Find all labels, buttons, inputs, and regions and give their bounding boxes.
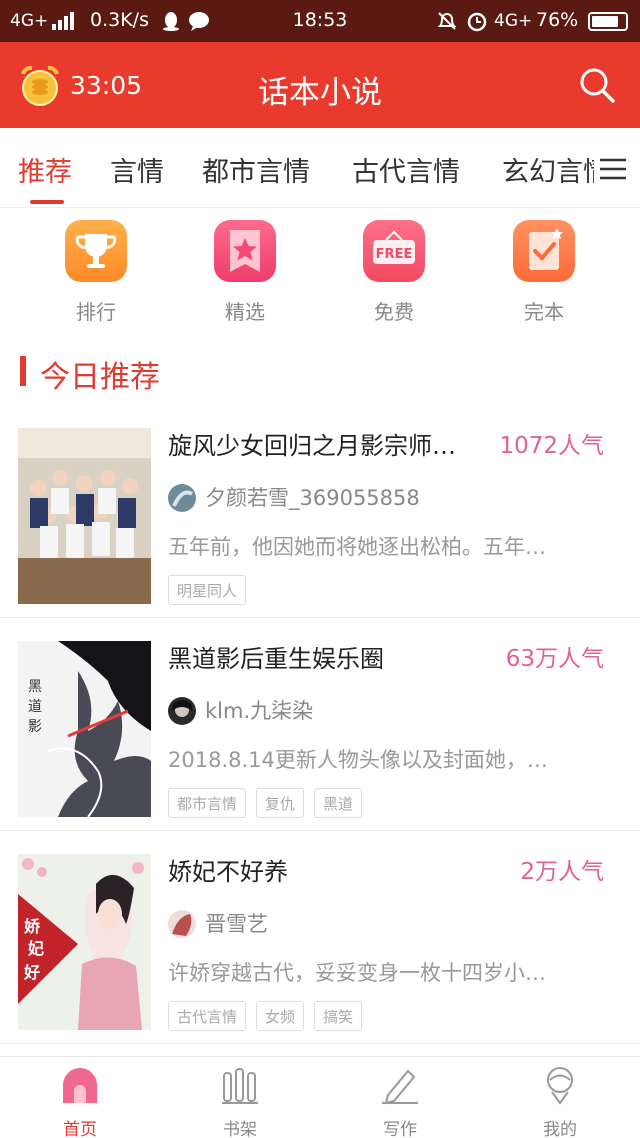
app-title: 话本小说 xyxy=(258,75,382,111)
book-tag[interactable]: 黑道 xyxy=(314,788,363,818)
nav-write-label: 写作 xyxy=(383,1120,417,1138)
nav-bookshelf-label: 书架 xyxy=(223,1120,257,1138)
author-avatar xyxy=(168,910,196,938)
book-tag[interactable]: 搞笑 xyxy=(314,1001,363,1031)
battery-icon xyxy=(588,12,628,31)
svg-text:FREE: FREE xyxy=(376,247,413,262)
quick-ranking-label: 排行 xyxy=(76,300,116,324)
section-marker xyxy=(20,356,26,386)
quick-featured[interactable]: 精选 xyxy=(195,220,295,325)
book-tag[interactable]: 都市言情 xyxy=(168,788,247,818)
bookshelf-icon xyxy=(222,1068,258,1104)
search-icon[interactable] xyxy=(578,66,616,104)
quick-completed-label: 完本 xyxy=(524,300,564,324)
book-tags: 古代言情 女频 搞笑 xyxy=(168,1001,363,1031)
book-tag[interactable]: 女频 xyxy=(256,1001,305,1031)
book-cover[interactable]: 黑道影 xyxy=(18,641,151,817)
tab-ancient-romance[interactable]: 古代言情 xyxy=(352,150,460,189)
pen-icon xyxy=(382,1069,418,1105)
author-name[interactable]: 夕颜若雪_369055858 xyxy=(205,482,420,512)
svg-text:好: 好 xyxy=(23,963,40,982)
quick-completed[interactable]: 完本 xyxy=(494,220,594,325)
author-name[interactable]: 晋雪艺 xyxy=(205,908,268,938)
mute-bell-icon xyxy=(437,12,457,30)
book-popularity: 1072人气 xyxy=(499,433,604,459)
svg-text:道: 道 xyxy=(28,699,42,715)
nav-profile[interactable]: 我的 xyxy=(510,1065,610,1138)
author-avatar xyxy=(168,484,196,512)
completed-book-icon xyxy=(513,220,575,282)
book-popularity: 2万人气 xyxy=(520,859,604,885)
svg-text:黑: 黑 xyxy=(28,679,42,695)
tab-romance[interactable]: 言情 xyxy=(110,150,164,189)
bottom-nav: 首页 书架 写作 我的 xyxy=(0,1056,640,1138)
book-cover[interactable]: 娇妃好 xyxy=(18,854,151,1030)
quick-free-label: 免费 xyxy=(374,300,414,324)
app-header: 33:05 话本小说 xyxy=(0,42,640,128)
quick-featured-label: 精选 xyxy=(225,300,265,324)
book-tag[interactable]: 古代言情 xyxy=(168,1001,247,1031)
book-tags: 都市言情 复仇 黑道 xyxy=(168,788,363,818)
book-tag[interactable]: 复仇 xyxy=(256,788,305,818)
section-title: 今日推荐 xyxy=(40,360,160,395)
book-title[interactable]: 旋风少女回归之月影宗师… xyxy=(168,426,488,461)
svg-text:影: 影 xyxy=(28,719,42,735)
book-description: 2018.8.14更新人物头像以及封面她，… xyxy=(168,748,548,772)
nav-home-label: 首页 xyxy=(63,1120,97,1138)
menu-icon[interactable] xyxy=(598,157,628,181)
book-card[interactable]: 旋风少女回归之月影宗师… 1072人气 夕颜若雪_369055858 五年前，他… xyxy=(0,406,640,618)
book-card[interactable]: 娇妃好 娇妃不好养 2万人气 晋雪艺 许娇穿越古代，妥妥变身一枚十四岁小… 古代… xyxy=(0,832,640,1044)
battery-percent: 76% xyxy=(536,9,579,31)
book-popularity: 63万人气 xyxy=(505,646,604,672)
alarm-icon xyxy=(467,12,487,32)
author-name[interactable]: klm.九柒染 xyxy=(205,695,313,725)
svg-text:娇: 娇 xyxy=(24,917,41,936)
tab-recommend[interactable]: 推荐 xyxy=(18,150,72,189)
author-avatar xyxy=(168,697,196,725)
book-description: 五年前，他因她而将她逐出松柏。五年… xyxy=(168,535,546,559)
nav-profile-label: 我的 xyxy=(543,1120,577,1138)
book-description: 许娇穿越古代，妥妥变身一枚十四岁小… xyxy=(168,961,546,985)
quick-free[interactable]: FREE 免费 xyxy=(344,220,444,325)
status-bar: 4G+ 0.3K/s 18:53 4G+ 76% xyxy=(0,0,640,42)
category-tabs: 推荐 言情 都市言情 古代言情 玄幻言情 xyxy=(0,128,640,208)
book-tag[interactable]: 明星同人 xyxy=(168,575,247,605)
nav-write[interactable]: 写作 xyxy=(350,1065,450,1138)
quick-entries: 排行 精选 FREE 免费 完本 xyxy=(0,208,640,328)
tab-urban-romance[interactable]: 都市言情 xyxy=(202,150,310,189)
home-icon xyxy=(63,1068,97,1103)
book-title[interactable]: 娇妃不好养 xyxy=(168,852,488,887)
book-title[interactable]: 黑道影后重生娱乐圈 xyxy=(168,639,488,674)
trophy-icon xyxy=(65,220,127,282)
book-tags: 明星同人 xyxy=(168,575,247,605)
book-cover[interactable] xyxy=(18,428,151,604)
network-type-right: 4G+ xyxy=(494,11,533,31)
nav-bookshelf[interactable]: 书架 xyxy=(190,1065,290,1138)
nav-home[interactable]: 首页 xyxy=(30,1065,130,1138)
active-tab-indicator xyxy=(30,200,64,204)
free-sign-icon: FREE xyxy=(363,220,425,282)
book-card[interactable]: 黑道影 黑道影后重生娱乐圈 63万人气 klm.九柒染 2018.8.14更新人… xyxy=(0,619,640,831)
star-icon xyxy=(214,220,276,282)
quick-ranking[interactable]: 排行 xyxy=(46,220,146,325)
profile-icon xyxy=(547,1067,573,1105)
svg-text:妃: 妃 xyxy=(27,939,44,958)
